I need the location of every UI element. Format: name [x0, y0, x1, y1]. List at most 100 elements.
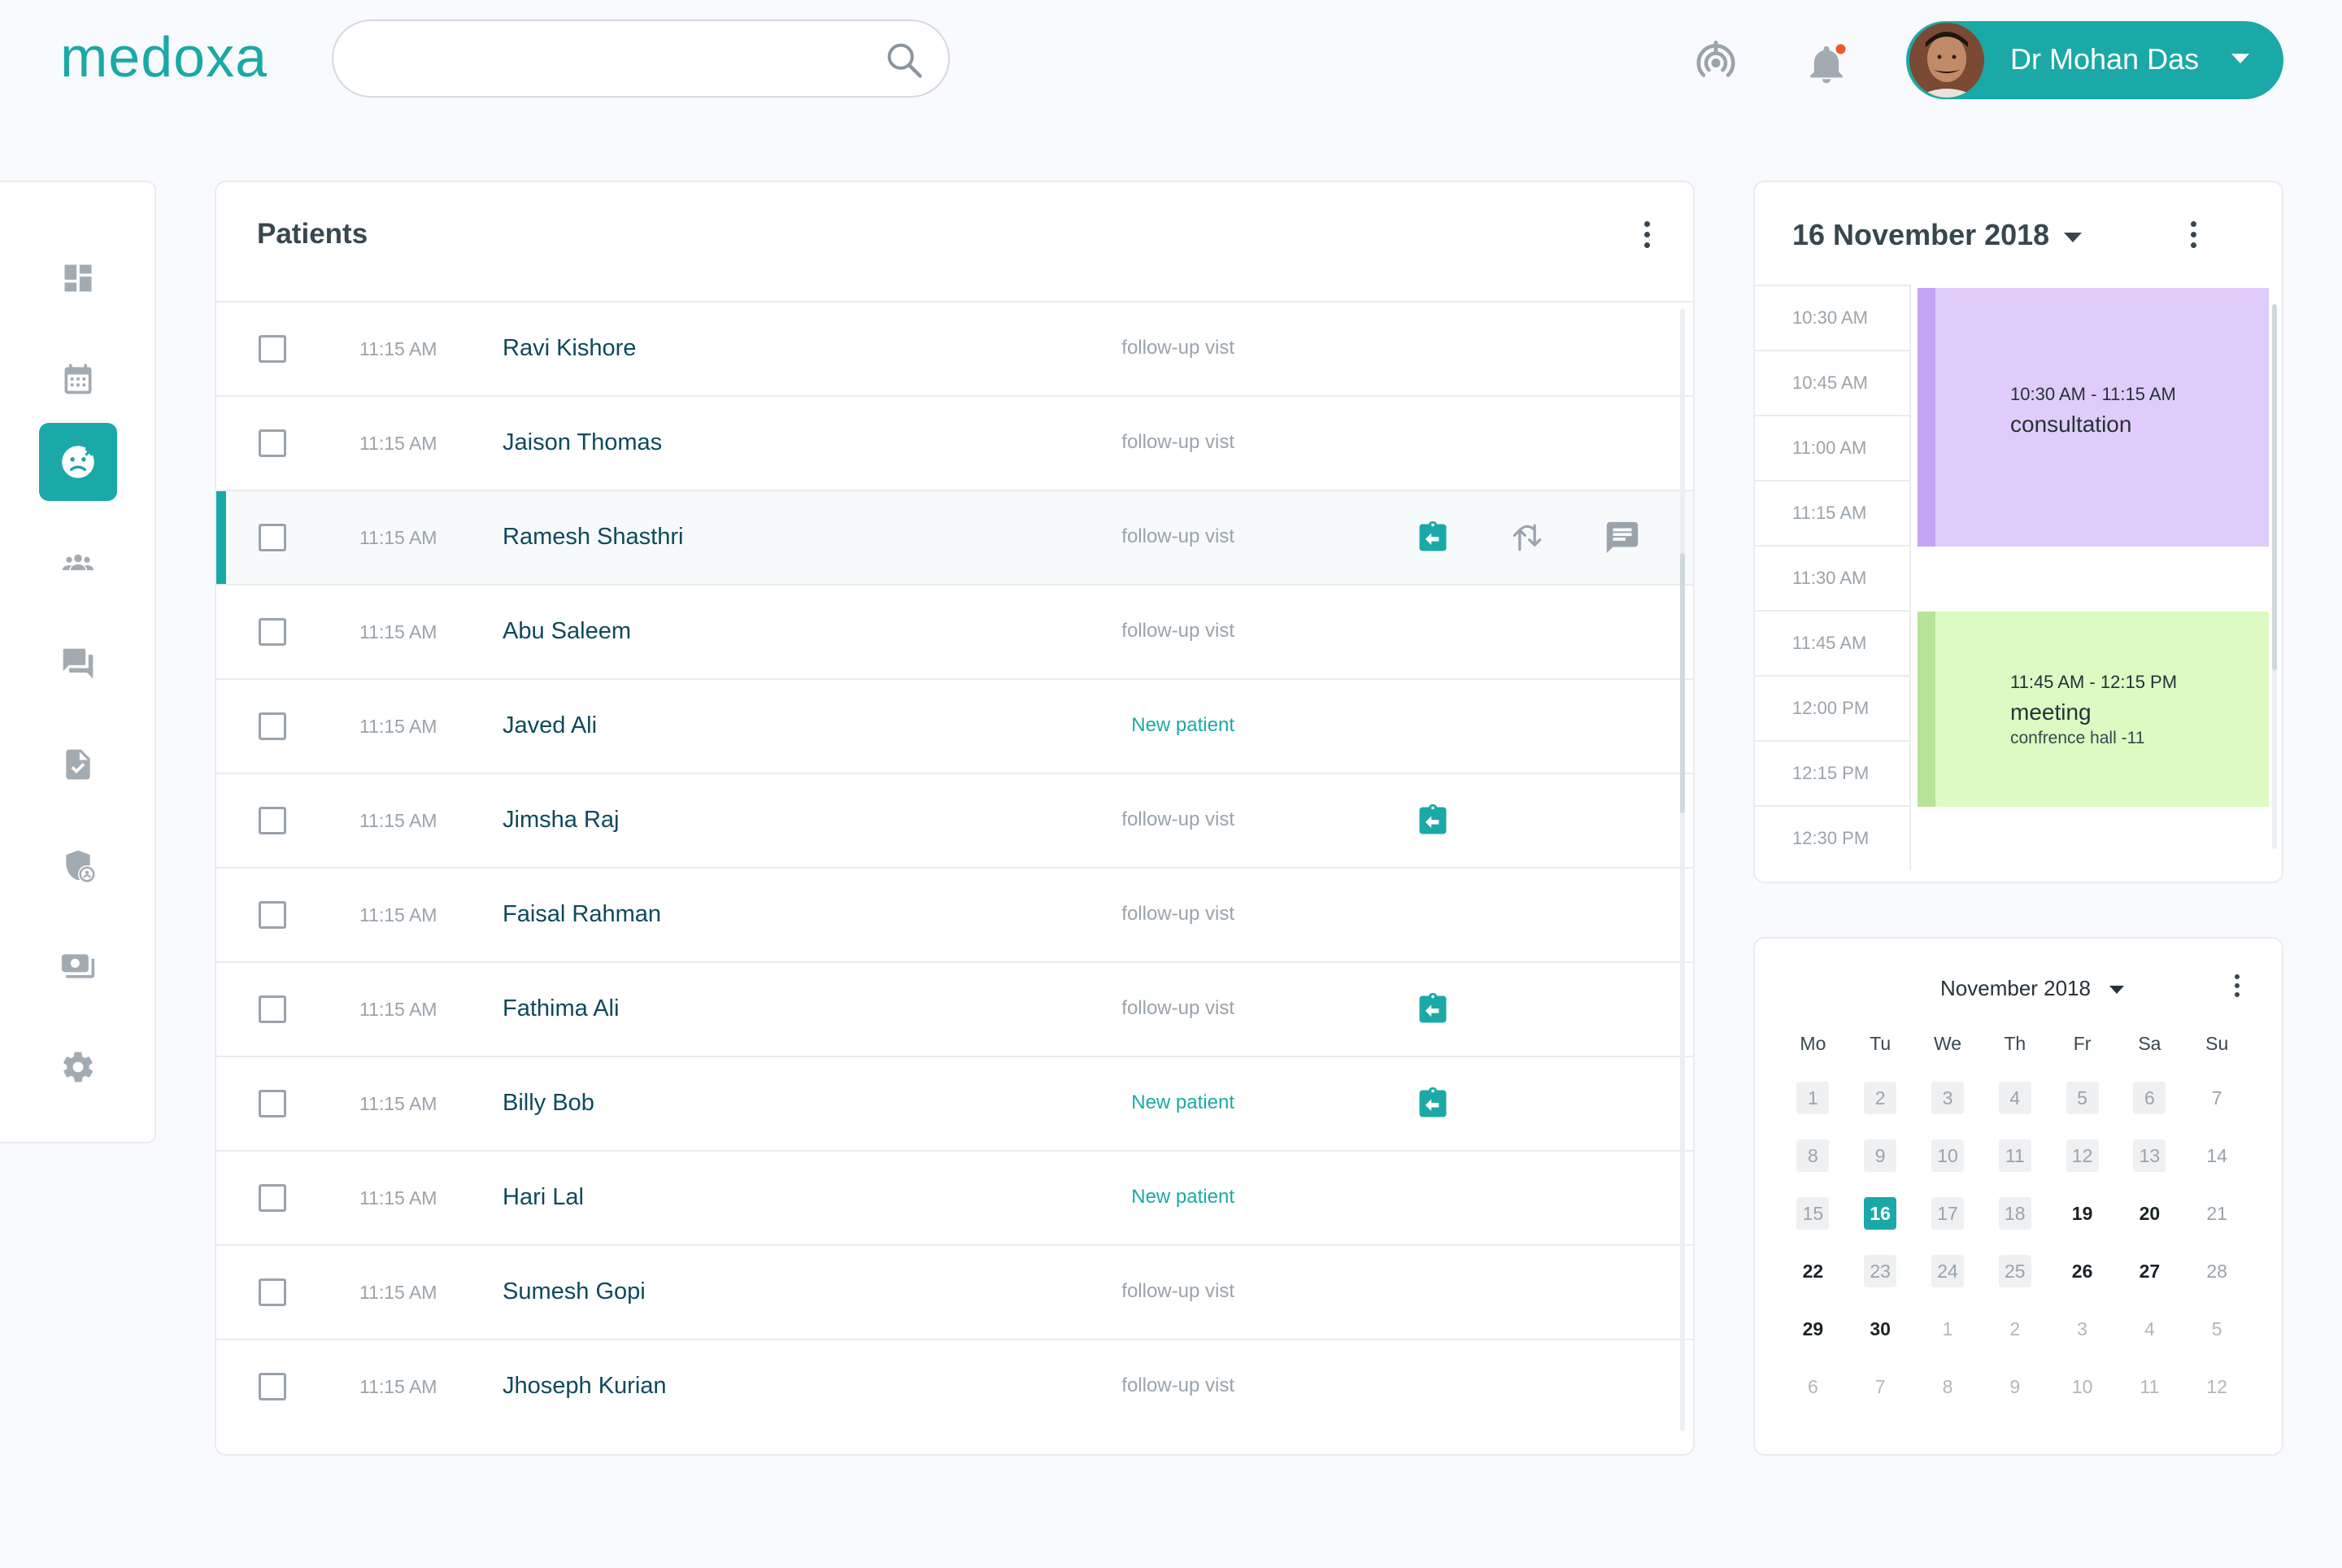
table-row[interactable]: 11:15 AM Hari Lal New patient: [216, 1150, 1693, 1244]
calendar-day[interactable]: 3: [1914, 1081, 1982, 1114]
calendar-day[interactable]: 14: [2183, 1139, 2251, 1172]
swap-arrows-icon[interactable]: [1509, 519, 1545, 560]
calendar-day[interactable]: 20: [2116, 1197, 2183, 1230]
patient-name[interactable]: Javed Ali: [503, 712, 597, 739]
calendar-day[interactable]: 7: [1847, 1370, 1914, 1403]
calendar-day[interactable]: 21: [2183, 1197, 2251, 1230]
table-row[interactable]: 11:15 AM Abu Saleem follow-up vist: [216, 584, 1693, 678]
sidebar-item-security[interactable]: [39, 826, 117, 904]
time-slot[interactable]: 11:30 AM: [1755, 545, 1911, 610]
sidebar-item-documents[interactable]: [39, 725, 117, 804]
scrollbar-thumb[interactable]: [1680, 553, 1685, 813]
calendar-month-title[interactable]: November 2018: [1940, 976, 2091, 1001]
calendar-day[interactable]: 19: [2048, 1197, 2116, 1230]
calendar-day[interactable]: 25: [1981, 1254, 2048, 1287]
row-checkbox[interactable]: [259, 1373, 286, 1400]
calendar-day-today[interactable]: 16: [1847, 1196, 1914, 1230]
patient-name[interactable]: Ravi Kishore: [503, 335, 636, 362]
more-options-icon[interactable]: [2235, 974, 2240, 997]
avatar[interactable]: [1909, 23, 1984, 98]
patient-name[interactable]: Jaison Thomas: [503, 429, 662, 456]
calendar-day[interactable]: 12: [2048, 1139, 2116, 1172]
time-slot[interactable]: 12:00 PM: [1755, 675, 1911, 740]
schedule-scrollbar[interactable]: [2272, 304, 2277, 849]
calendar-day[interactable]: 1: [1779, 1081, 1847, 1114]
calendar-day[interactable]: 10: [1914, 1139, 1982, 1172]
sidebar-item-dashboard[interactable]: [39, 239, 117, 317]
calendar-day[interactable]: 8: [1914, 1370, 1982, 1403]
patient-name[interactable]: Faisal Rahman: [503, 901, 661, 928]
calendar-day[interactable]: 4: [2116, 1313, 2183, 1345]
row-checkbox[interactable]: [259, 995, 286, 1023]
chevron-down-icon[interactable]: [2064, 233, 2082, 242]
patient-list-scrollbar[interactable]: [1680, 309, 1685, 1431]
patient-name[interactable]: Jimsha Raj: [503, 807, 619, 834]
calendar-day[interactable]: 24: [1914, 1254, 1982, 1287]
calendar-day[interactable]: 5: [2048, 1081, 2116, 1114]
search-icon[interactable]: [883, 39, 925, 85]
row-checkbox[interactable]: [259, 429, 286, 457]
sidebar-item-patients[interactable]: [39, 423, 117, 501]
event-meeting[interactable]: 11:45 AM - 12:15 PM meeting confrence ha…: [1918, 612, 2269, 807]
brand-logo[interactable]: medoxa: [60, 24, 268, 89]
chevron-down-icon[interactable]: [2109, 986, 2124, 994]
calendar-day[interactable]: 28: [2183, 1255, 2251, 1287]
time-slot[interactable]: 12:30 PM: [1755, 805, 1911, 870]
checkin-clipboard-icon[interactable]: [1415, 991, 1451, 1032]
table-row[interactable]: 11:15 AM Jaison Thomas follow-up vist: [216, 395, 1693, 490]
sidebar-item-messages[interactable]: [39, 625, 117, 703]
calendar-day[interactable]: 17: [1914, 1196, 1982, 1230]
patient-name[interactable]: Sumesh Gopi: [503, 1278, 646, 1305]
wifi-tethering-icon[interactable]: [1691, 36, 1740, 90]
table-row[interactable]: 11:15 AM Jhoseph Kurian follow-up vist: [216, 1339, 1693, 1433]
patient-name[interactable]: Abu Saleem: [503, 618, 631, 645]
patient-name[interactable]: Jhoseph Kurian: [503, 1373, 667, 1400]
user-name[interactable]: Dr Mohan Das: [2010, 42, 2199, 76]
table-row[interactable]: 11:15 AM Fathima Ali follow-up vist: [216, 961, 1693, 1056]
time-slot[interactable]: 10:30 AM: [1755, 285, 1911, 350]
calendar-day[interactable]: 2: [1847, 1081, 1914, 1114]
calendar-day[interactable]: 23: [1847, 1254, 1914, 1287]
calendar-day[interactable]: 6: [2116, 1081, 2183, 1114]
calendar-day[interactable]: 12: [2183, 1370, 2251, 1403]
calendar-day[interactable]: 30: [1847, 1313, 1914, 1345]
calendar-day[interactable]: 5: [2183, 1313, 2251, 1345]
checkin-clipboard-icon[interactable]: [1415, 1085, 1451, 1126]
table-row[interactable]: 11:15 AM Sumesh Gopi follow-up vist: [216, 1244, 1693, 1339]
calendar-day[interactable]: 22: [1779, 1255, 1847, 1287]
table-row[interactable]: 11:15 AM Faisal Rahman follow-up vist: [216, 867, 1693, 961]
more-options-icon[interactable]: [1644, 221, 1650, 248]
calendar-day[interactable]: 7: [2183, 1082, 2251, 1114]
calendar-day[interactable]: 10: [2048, 1370, 2116, 1403]
calendar-day[interactable]: 18: [1981, 1196, 2048, 1230]
checkin-clipboard-icon[interactable]: [1415, 802, 1451, 843]
calendar-day[interactable]: 29: [1779, 1313, 1847, 1345]
table-row[interactable]: 11:15 AM Billy Bob New patient: [216, 1056, 1693, 1150]
more-options-icon[interactable]: [2191, 221, 2196, 248]
row-checkbox[interactable]: [259, 1278, 286, 1306]
calendar-day[interactable]: 9: [1981, 1370, 2048, 1403]
row-checkbox[interactable]: [259, 335, 286, 363]
scrollbar-thumb[interactable]: [2272, 304, 2277, 670]
row-checkbox[interactable]: [259, 618, 286, 646]
calendar-day[interactable]: 1: [1914, 1313, 1982, 1345]
table-row-selected[interactable]: 11:15 AM Ramesh Shasthri follow-up vist: [216, 490, 1693, 584]
schedule-date[interactable]: 16 November 2018: [1792, 218, 2049, 252]
row-checkbox[interactable]: [259, 524, 286, 551]
time-slot[interactable]: 11:00 AM: [1755, 415, 1911, 480]
calendar-day[interactable]: 3: [2048, 1313, 2116, 1345]
patient-name[interactable]: Hari Lal: [503, 1184, 584, 1211]
calendar-day[interactable]: 9: [1847, 1139, 1914, 1172]
table-row[interactable]: 11:15 AM Ravi Kishore follow-up vist: [216, 301, 1693, 395]
message-icon[interactable]: [1604, 519, 1641, 560]
sidebar-item-groups[interactable]: [39, 524, 117, 602]
sidebar-item-payments[interactable]: [39, 927, 117, 1005]
calendar-day[interactable]: 6: [1779, 1370, 1847, 1403]
search-bar[interactable]: [332, 20, 950, 98]
time-slot[interactable]: 10:45 AM: [1755, 350, 1911, 415]
user-menu[interactable]: Dr Mohan Das: [1906, 21, 2283, 99]
row-checkbox[interactable]: [259, 901, 286, 929]
checkin-clipboard-icon[interactable]: [1415, 519, 1451, 560]
row-checkbox[interactable]: [259, 1184, 286, 1212]
time-slot[interactable]: 11:45 AM: [1755, 610, 1911, 675]
